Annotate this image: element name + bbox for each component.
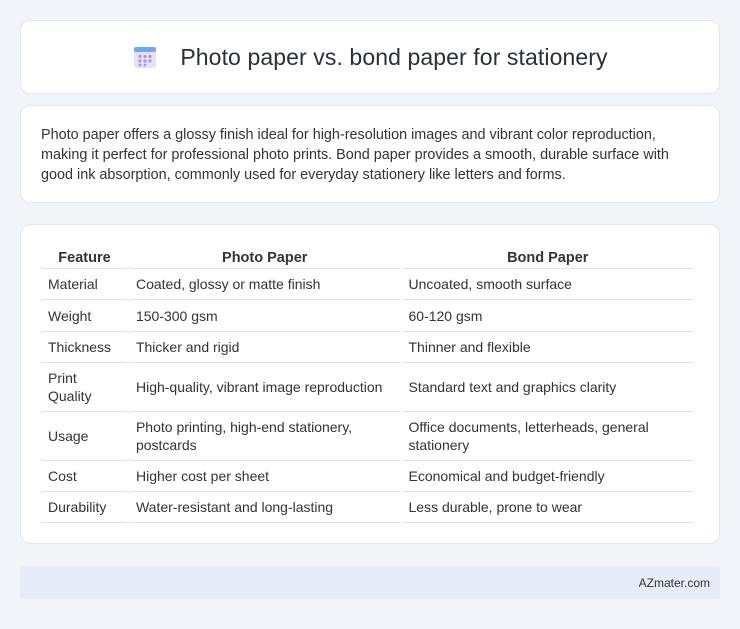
footer-brand[interactable]: AZmater.com bbox=[639, 576, 710, 590]
intro-card: Photo paper offers a glossy finish ideal… bbox=[20, 105, 720, 203]
photo-paper-cell: High-quality, vibrant image reproduction bbox=[129, 363, 400, 412]
table-row: Thickness Thicker and rigid Thinner and … bbox=[42, 332, 693, 363]
table-row: Material Coated, glossy or matte finish … bbox=[42, 269, 693, 300]
photo-paper-cell: 150-300 gsm bbox=[129, 300, 400, 332]
feature-cell: Usage bbox=[42, 412, 127, 461]
feature-cell: Weight bbox=[42, 300, 127, 332]
photo-paper-cell: Thicker and rigid bbox=[129, 332, 400, 363]
table-row: Cost Higher cost per sheet Economical an… bbox=[42, 461, 693, 492]
comparison-card: Feature Photo Paper Bond Paper Material … bbox=[20, 224, 720, 544]
header-feature: Feature bbox=[42, 245, 127, 269]
page-title: Photo paper vs. bond paper for stationer… bbox=[180, 43, 608, 70]
intro-text: Photo paper offers a glossy finish ideal… bbox=[41, 127, 669, 183]
bond-paper-cell: Less durable, prone to wear bbox=[402, 492, 693, 523]
feature-cell: Material bbox=[42, 269, 127, 300]
table-row: Print Quality High-quality, vibrant imag… bbox=[42, 363, 693, 412]
bond-paper-cell: Thinner and flexible bbox=[402, 332, 693, 363]
table-row: Weight 150-300 gsm 60-120 gsm bbox=[42, 300, 693, 332]
photo-paper-cell: Water-resistant and long-lasting bbox=[129, 492, 400, 523]
bond-paper-cell: 60-120 gsm bbox=[402, 300, 693, 332]
table-header-row: Feature Photo Paper Bond Paper bbox=[42, 245, 693, 269]
feature-cell: Durability bbox=[42, 492, 127, 523]
photo-paper-cell: Coated, glossy or matte finish bbox=[129, 269, 400, 300]
bond-paper-cell: Office documents, letterheads, general s… bbox=[402, 412, 693, 461]
photo-paper-cell: Higher cost per sheet bbox=[129, 461, 400, 492]
header-photo-paper: Photo Paper bbox=[129, 245, 400, 269]
bond-paper-cell: Uncoated, smooth surface bbox=[402, 269, 693, 300]
table-row: Durability Water-resistant and long-last… bbox=[42, 492, 693, 523]
bond-paper-cell: Economical and budget-friendly bbox=[402, 461, 693, 492]
table-row: Usage Photo printing, high-end stationer… bbox=[42, 412, 693, 461]
comparison-table: Feature Photo Paper Bond Paper Material … bbox=[39, 245, 696, 523]
footer: AZmater.com bbox=[20, 566, 720, 599]
feature-cell: Cost bbox=[42, 461, 127, 492]
feature-cell: Print Quality bbox=[42, 363, 127, 412]
photo-paper-cell: Photo printing, high-end stationery, pos… bbox=[129, 412, 400, 461]
bond-paper-cell: Standard text and graphics clarity bbox=[402, 363, 693, 412]
calendar-grid-icon bbox=[132, 44, 158, 70]
feature-cell: Thickness bbox=[42, 332, 127, 363]
header-bond-paper: Bond Paper bbox=[402, 245, 693, 269]
title-card: Photo paper vs. bond paper for stationer… bbox=[20, 20, 720, 94]
